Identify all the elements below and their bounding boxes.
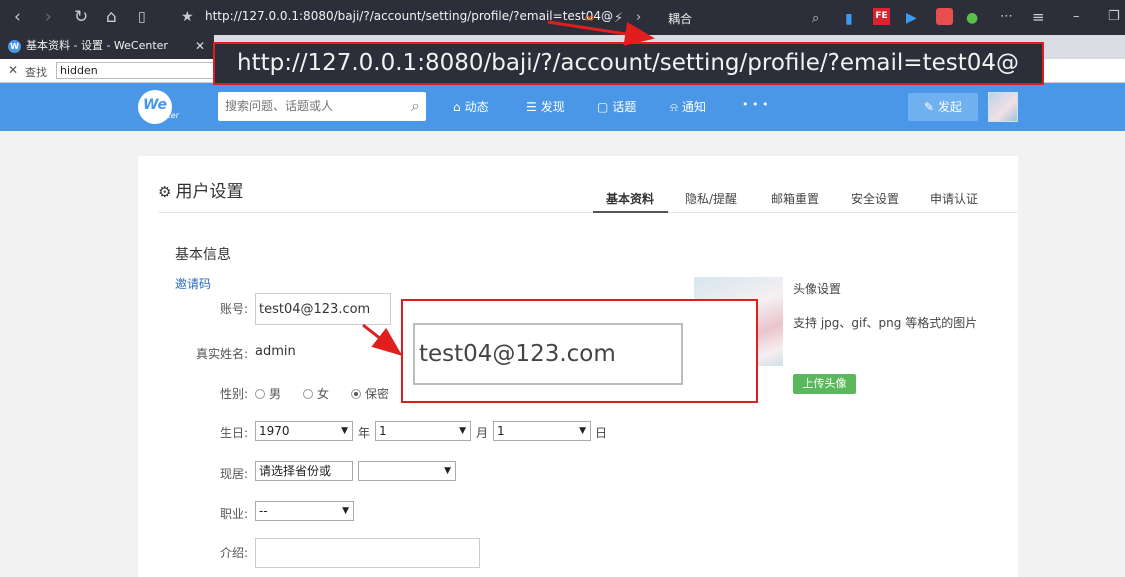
annotation-arrows bbox=[362, 20, 655, 356]
arrow-icon bbox=[362, 323, 403, 356]
arrow-icon bbox=[547, 20, 655, 46]
